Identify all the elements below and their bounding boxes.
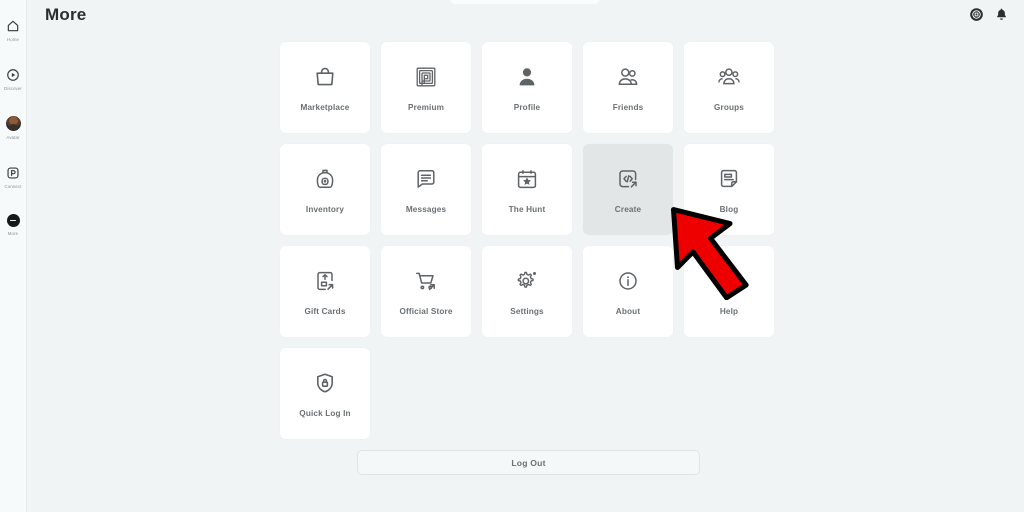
sidebar-item-discover[interactable]: Discover — [0, 67, 27, 113]
tile-groups[interactable]: Groups — [684, 42, 774, 133]
sidebar-item-label: Discover — [4, 85, 22, 91]
shield-lock-icon — [312, 370, 338, 396]
tile-gift-cards[interactable]: Gift Cards — [280, 246, 370, 337]
tile-blog[interactable]: Blog — [684, 144, 774, 235]
sidebar-item-label: More — [7, 230, 19, 236]
log-out-button[interactable]: Log Out — [357, 450, 700, 475]
tile-friends[interactable]: Friends — [583, 42, 673, 133]
sidebar-item-more[interactable]: More — [0, 214, 27, 260]
friends-icon — [615, 64, 641, 90]
tile-quick-log-in[interactable]: Quick Log In — [280, 348, 370, 439]
more-page: Home Discover Avatar Connect More More M… — [0, 0, 1024, 512]
tile-label: Settings — [510, 306, 544, 316]
top-partial-element — [450, 0, 600, 4]
tile-premium[interactable]: Premium — [381, 42, 471, 133]
tile-label: Gift Cards — [304, 306, 346, 316]
bell-icon[interactable] — [994, 7, 1009, 22]
tile-label: Help — [719, 306, 739, 316]
tile-help[interactable]: Help — [684, 246, 774, 337]
sidebar-item-home[interactable]: Home — [0, 18, 27, 64]
tile-label: Groups — [713, 102, 744, 112]
sidebar-item-label: Avatar — [6, 134, 20, 140]
avatar-image — [5, 116, 21, 131]
more-menu-grid-wrap: Marketplace Premium Profile Friends Grou… — [280, 42, 780, 439]
tile-official-store[interactable]: Official Store — [381, 246, 471, 337]
tile-settings[interactable]: Settings — [482, 246, 572, 337]
tile-label: Official Store — [399, 306, 453, 316]
header-actions — [969, 7, 1009, 22]
message-icon — [413, 166, 439, 192]
gear-icon — [514, 268, 540, 294]
tile-label: Premium — [407, 102, 445, 112]
tile-label: Inventory — [305, 204, 345, 214]
home-icon — [6, 18, 21, 33]
groups-icon — [716, 64, 742, 90]
sidebar-item-connect[interactable]: Connect — [0, 165, 27, 211]
tile-label: Messages — [405, 204, 447, 214]
more-icon — [6, 214, 20, 227]
shopping-bag-icon — [312, 64, 338, 90]
tile-label: Friends — [612, 102, 644, 112]
robux-icon[interactable] — [969, 7, 984, 22]
left-nav-sidebar: Home Discover Avatar Connect More — [0, 0, 27, 512]
sidebar-item-avatar[interactable]: Avatar — [0, 116, 27, 162]
sidebar-item-label: Connect — [4, 183, 22, 189]
premium-icon — [413, 64, 439, 90]
calendar-star-icon — [514, 166, 540, 192]
tile-inventory[interactable]: Inventory — [280, 144, 370, 235]
tile-label: Create — [614, 204, 642, 214]
help-icon — [716, 268, 742, 294]
tile-label: The Hunt — [508, 204, 546, 214]
discover-icon — [6, 67, 21, 82]
tile-label: Marketplace — [300, 102, 350, 112]
person-icon — [514, 64, 540, 90]
gift-card-icon — [312, 268, 338, 294]
page-title: More — [45, 5, 87, 24]
tile-label: Blog — [719, 204, 739, 214]
tile-the-hunt[interactable]: The Hunt — [482, 144, 572, 235]
sidebar-item-label: Home — [6, 36, 20, 42]
tile-create[interactable]: Create — [583, 144, 673, 235]
tile-profile[interactable]: Profile — [482, 42, 572, 133]
backpack-icon — [312, 166, 338, 192]
code-icon — [615, 166, 641, 192]
tile-messages[interactable]: Messages — [381, 144, 471, 235]
blog-icon — [716, 166, 742, 192]
tile-marketplace[interactable]: Marketplace — [280, 42, 370, 133]
more-menu-grid: Marketplace Premium Profile Friends Grou… — [280, 42, 780, 439]
tile-label: Profile — [513, 102, 541, 112]
tile-label: Quick Log In — [299, 408, 351, 418]
tile-about[interactable]: About — [583, 246, 673, 337]
tile-label: About — [615, 306, 641, 316]
info-icon — [615, 268, 641, 294]
cart-icon — [413, 268, 439, 294]
main-content: More Marketplace Premium Profile Friends… — [27, 0, 1024, 512]
connect-icon — [6, 165, 21, 180]
